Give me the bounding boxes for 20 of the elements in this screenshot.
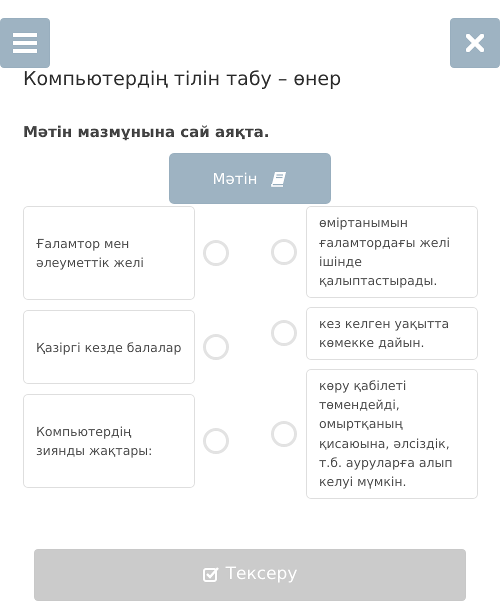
match-dot[interactable] [203, 428, 229, 454]
match-dot[interactable] [271, 420, 297, 447]
match-dot[interactable] [203, 240, 229, 266]
statement-card[interactable]: Ғаламтор мен әлеуметтік желі [23, 206, 195, 300]
match-dot[interactable] [271, 239, 297, 266]
answer-card[interactable]: өміртанымын ғаламтордағы желі ішінде қалыптастырады. [306, 206, 478, 298]
menu-button[interactable] [0, 18, 50, 68]
match-dot[interactable] [203, 334, 229, 360]
book-icon [271, 170, 288, 187]
answer-card[interactable]: көру қабілеті төмендейді, омыртқаның қисаюына, әлсіздік, т.б. ауруларға алып келуі мүмкін. [306, 368, 478, 499]
statement-card[interactable]: Компьютердің зиянды жақтары: [23, 394, 195, 488]
menu-icon [13, 33, 37, 53]
close-icon [466, 34, 484, 52]
match-dot[interactable] [271, 320, 297, 346]
answer-card[interactable]: кез келген уақытта көмекке дайын. [306, 306, 478, 360]
checkbox-icon [202, 566, 220, 584]
page-title: Компьютердің тілін табу – өнер [23, 68, 342, 91]
statement-card[interactable]: Қазіргі кезде балалар [23, 310, 195, 384]
close-button[interactable] [450, 18, 500, 68]
instruction-text: Мәтін мазмұнына сай аяқта. [23, 122, 270, 143]
